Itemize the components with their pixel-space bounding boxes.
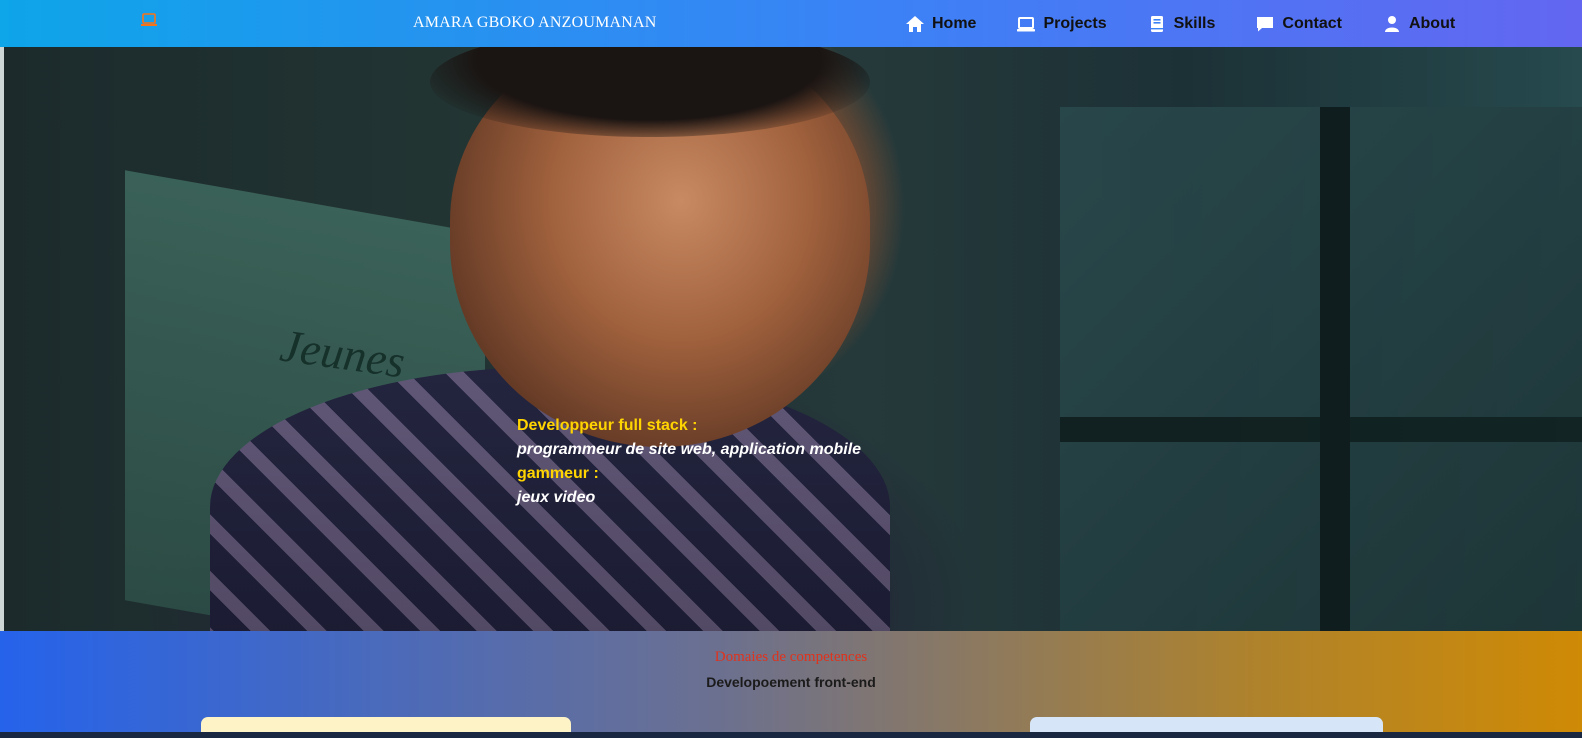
role-title-gamer: gammeur : <box>517 465 599 482</box>
background-window <box>1060 107 1582 631</box>
nav-label-skills: Skills <box>1173 14 1216 32</box>
site-brand[interactable]: AMARA GBOKO ANZOUMANAN <box>413 14 657 32</box>
competences-section: Domaies de competences Developoement fro… <box>0 631 1582 738</box>
laptop-icon <box>1016 15 1036 33</box>
top-navbar: AMARA GBOKO ANZOUMANAN Home Projects Ski… <box>0 0 1582 47</box>
role-description-gamer: jeux video <box>517 489 596 506</box>
role-description-developer: programmeur de site web, application mob… <box>517 441 862 458</box>
user-icon <box>1382 15 1402 33</box>
section-subtitle: Developoement front-end <box>706 674 876 690</box>
nav-label-home: Home <box>932 14 977 32</box>
nav-item-projects[interactable]: Projects <box>1016 14 1107 33</box>
main-nav: Home Projects Skills Contact About <box>905 0 1495 47</box>
home-icon <box>905 15 925 33</box>
nav-item-skills[interactable]: Skills <box>1147 14 1216 33</box>
book-icon <box>1147 15 1167 33</box>
laptop-icon[interactable] <box>140 13 158 27</box>
nav-item-about[interactable]: About <box>1382 15 1455 33</box>
nav-item-contact[interactable]: Contact <box>1255 15 1342 33</box>
role-title-developer: Developpeur full stack : <box>517 417 698 434</box>
chat-icon <box>1255 15 1275 33</box>
nav-label-contact: Contact <box>1282 14 1342 32</box>
nav-label-about: About <box>1408 14 1456 32</box>
hero-banner: Jeunes Developpeur full stack : programm… <box>0 47 1582 631</box>
hero-edge <box>0 47 4 631</box>
nav-label-projects: Projects <box>1043 14 1107 32</box>
section-title: Domaies de competences <box>714 649 868 665</box>
nav-item-home[interactable]: Home <box>905 15 976 33</box>
hero-intro: Developpeur full stack : programmeur de … <box>517 414 861 510</box>
page-bottom-strip <box>0 732 1582 738</box>
